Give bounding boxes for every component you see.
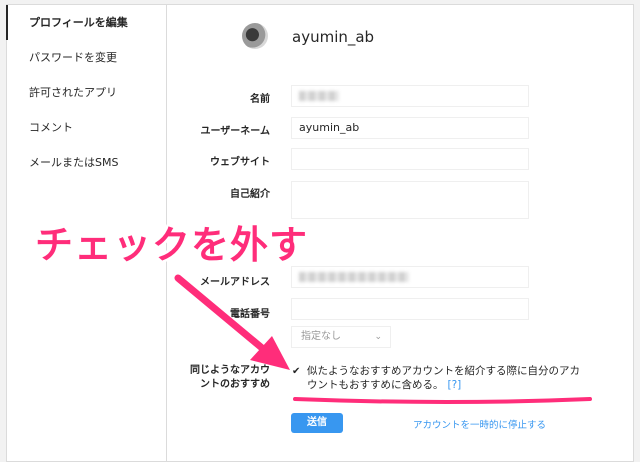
username-field[interactable]: ayumin_ab: [291, 117, 529, 139]
name-field[interactable]: [291, 85, 529, 107]
annotation-text: チェックを外す: [35, 223, 309, 267]
suggest-label-line2: ントのおすすめ: [200, 379, 270, 390]
profile-username: ayumin_ab: [292, 28, 375, 46]
website-field[interactable]: [291, 148, 529, 170]
bio-field[interactable]: [291, 181, 529, 219]
gender-selected-value: 指定なし: [301, 331, 341, 342]
redacted-name: [299, 91, 339, 101]
check-icon[interactable]: ✔: [292, 366, 300, 377]
phone-label: 電話番号: [230, 309, 270, 320]
suggest-text: 似たようなおすすめアカウントを紹介する際に自分のアカウントもおすすめに含める。: [307, 365, 580, 391]
avatar: [242, 23, 268, 49]
sidebar-item-edit-profile[interactable]: プロフィールを編集: [6, 5, 166, 40]
bio-label: 自己紹介: [230, 189, 270, 200]
name-label: 名前: [250, 94, 270, 105]
disable-account-link[interactable]: アカウントを一時的に停止する: [413, 417, 546, 431]
redacted-email: [299, 272, 409, 282]
submit-button[interactable]: 送信: [291, 413, 343, 433]
suggest-label-line1: 同じようなアカウ: [190, 365, 270, 376]
suggest-checkbox-text[interactable]: 似たようなおすすめアカウントを紹介する際に自分のアカウントもおすすめに含める。[…: [307, 364, 587, 392]
email-label: メールアドレス: [200, 277, 270, 288]
email-field[interactable]: [291, 266, 529, 288]
suggest-help-link[interactable]: [?]: [448, 379, 462, 391]
suggest-label: 同じようなアカウ ントのおすすめ: [0, 364, 270, 392]
phone-field[interactable]: [291, 298, 529, 320]
gender-select[interactable]: 指定なし ⌄: [291, 326, 391, 348]
website-label: ウェブサイト: [210, 157, 270, 168]
sidebar-item-change-password[interactable]: パスワードを変更: [7, 40, 166, 75]
chevron-down-icon: ⌄: [374, 332, 382, 342]
username-label: ユーザーネーム: [200, 126, 271, 137]
